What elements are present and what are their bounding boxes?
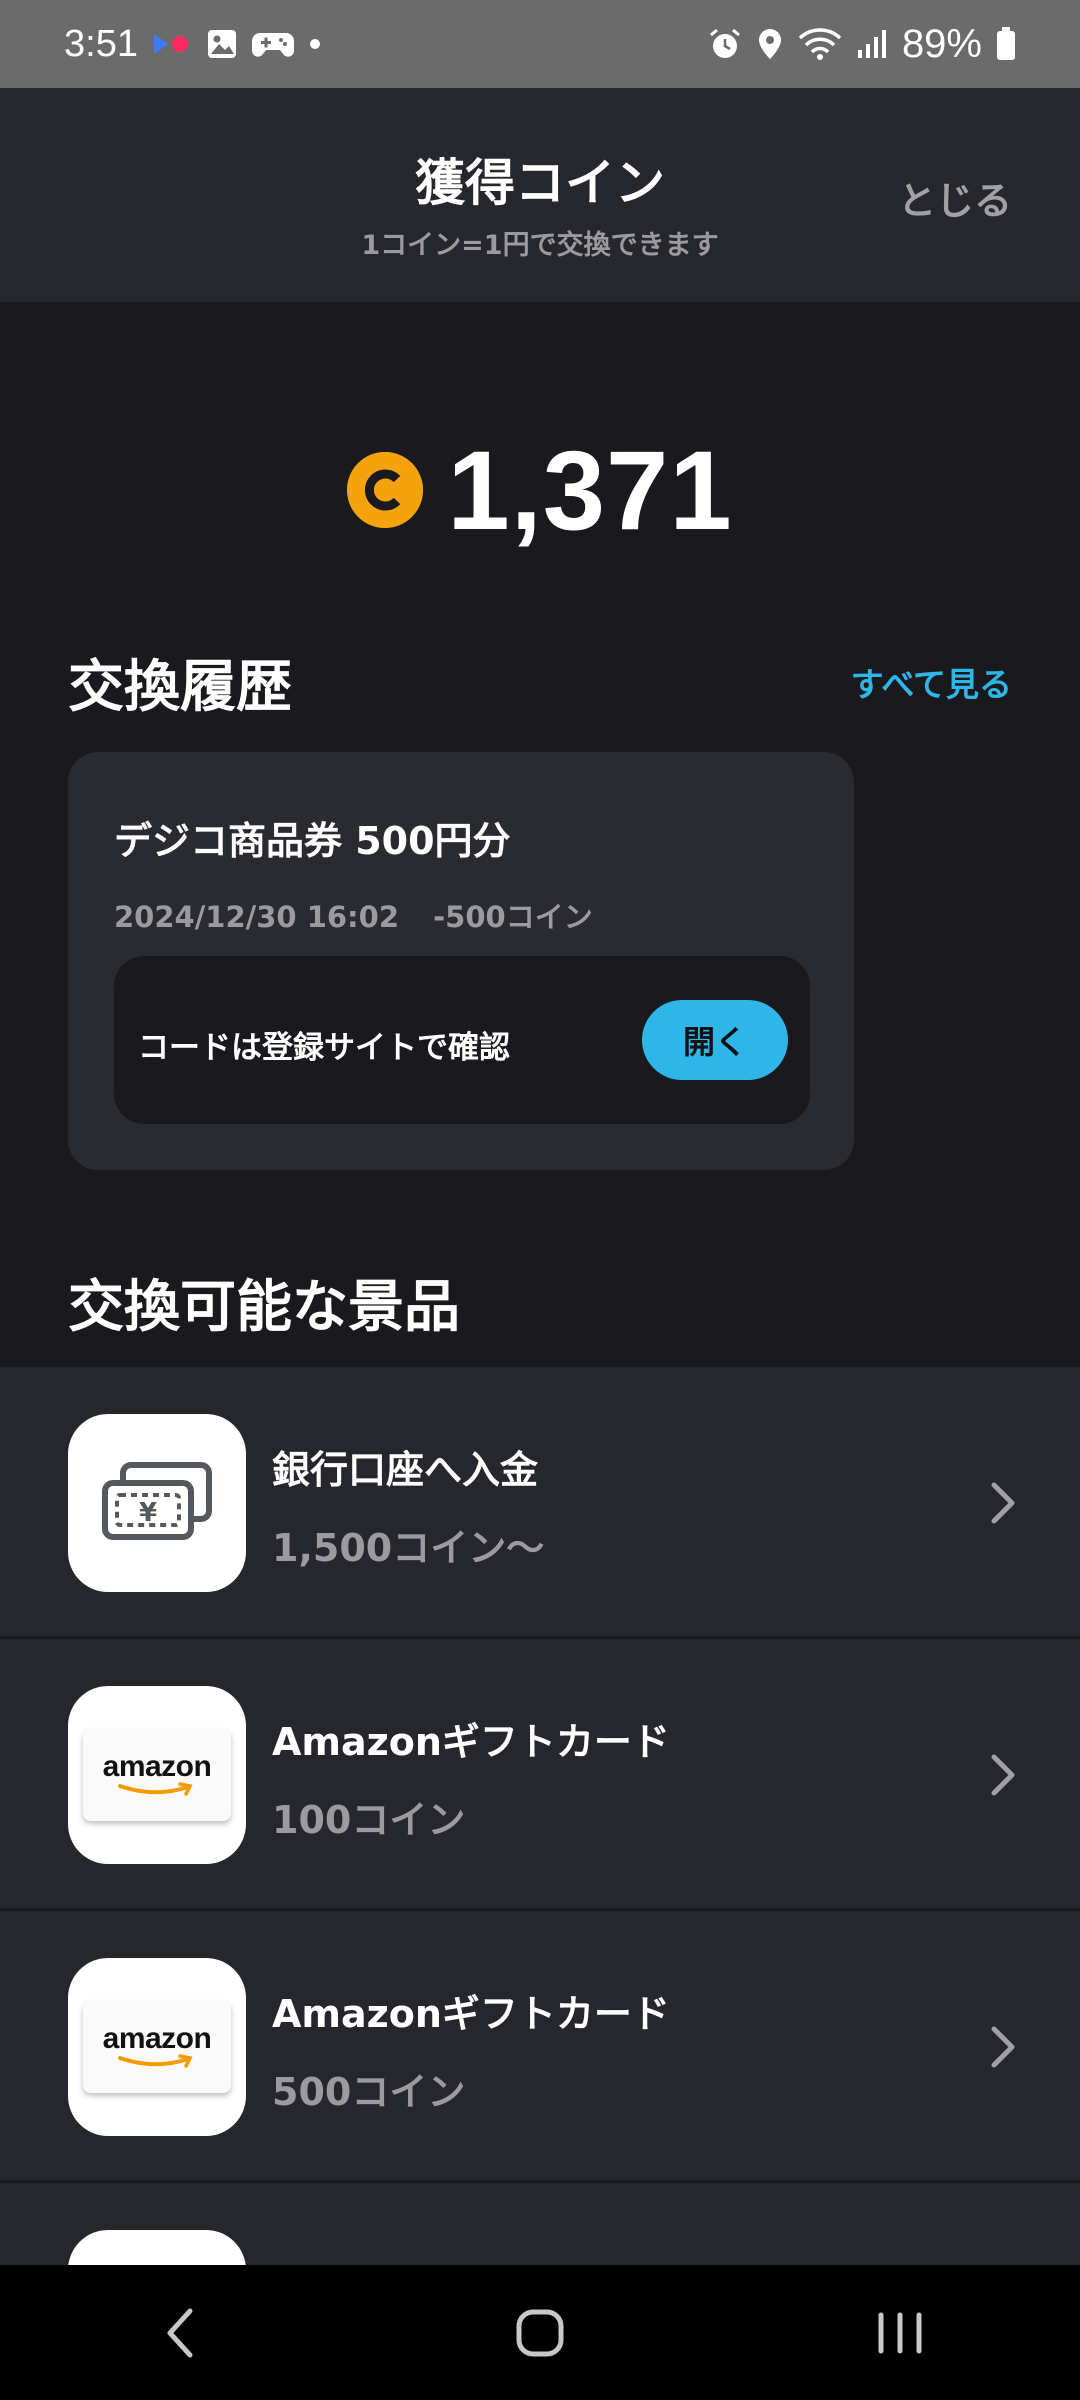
- wifi-icon: [798, 27, 842, 61]
- status-bar: 3:51 89%: [0, 0, 1080, 88]
- media-icon: [152, 30, 192, 58]
- coin-balance-value: 1,371: [447, 427, 733, 553]
- battery-percent: 89%: [901, 21, 982, 66]
- system-nav-bar: [0, 2265, 1080, 2400]
- close-button[interactable]: とじる: [898, 170, 1012, 225]
- amazon-logo: amazon: [83, 2001, 231, 2093]
- bank-transfer-icon: ¥: [97, 1455, 217, 1551]
- exchange-rate-note: 1コイン=1円で交換できます: [361, 230, 719, 261]
- prize-list: ¥ 銀行口座へ入金 1,500コイン〜 amazon Amazonギフトカード …: [0, 1367, 1080, 2267]
- location-icon: [756, 27, 784, 61]
- prize-cost: 100コイン: [272, 1798, 466, 1842]
- prize-thumb: amazon: [68, 1686, 246, 1864]
- prizes-section-title: 交換可能な景品: [68, 1275, 460, 1340]
- prize-name: 銀行口座へ入金: [272, 1448, 539, 1492]
- status-right: 89%: [708, 22, 1016, 67]
- page-header: 獲得コイン 1コイン=1円で交換できます とじる: [0, 88, 1080, 302]
- recents-icon: [878, 2312, 922, 2353]
- history-section-title: 交換履歴: [68, 655, 292, 720]
- chevron-right-icon: [988, 1479, 1018, 1531]
- prize-thumb: ¥: [68, 1414, 246, 1592]
- signal-icon: [856, 28, 888, 60]
- open-button[interactable]: 開く: [642, 1000, 788, 1080]
- gallery-icon: [206, 28, 238, 60]
- amazon-logo-text: amazon: [102, 2022, 212, 2055]
- nav-recents-button[interactable]: [840, 2283, 960, 2383]
- prize-name: Amazonギフトカード: [272, 1992, 670, 2036]
- coin-balance: 1,371: [0, 420, 1080, 560]
- see-all-link[interactable]: すべて見る: [851, 658, 1012, 706]
- prize-item-amazon-500[interactable]: amazon Amazonギフトカード 500コイン: [0, 1911, 1080, 2183]
- prize-thumb: amazon: [68, 1958, 246, 2136]
- chevron-right-icon: [988, 1751, 1018, 1803]
- prize-name: Amazonギフトカード: [272, 1720, 670, 1764]
- history-item-meta: 2024/12/30 16:02 -500コイン: [114, 894, 617, 936]
- status-time: 3:51: [64, 22, 138, 65]
- prize-thumb: [68, 2230, 246, 2267]
- status-left: 3:51: [64, 23, 322, 66]
- svg-text:¥: ¥: [139, 1498, 157, 1528]
- history-item-datetime: 2024/12/30 16:02: [114, 900, 400, 934]
- amazon-smile-icon: [118, 2054, 193, 2068]
- amazon-smile-icon: [118, 1782, 193, 1796]
- amazon-logo-text: amazon: [102, 1750, 212, 1783]
- prize-item-bank-transfer[interactable]: ¥ 銀行口座へ入金 1,500コイン〜: [0, 1367, 1080, 1639]
- battery-icon: [996, 27, 1016, 61]
- nav-home-button[interactable]: [480, 2283, 600, 2383]
- prize-cost: 500コイン: [272, 2070, 466, 2114]
- code-box: コードは登録サイトで確認 開く: [114, 956, 810, 1124]
- home-icon: [516, 2309, 564, 2356]
- gamepad-icon: [251, 29, 294, 59]
- code-note: コードは登録サイトで確認: [138, 1030, 510, 1066]
- history-card: デジコ商品券 500円分 2024/12/30 16:02 -500コイン コー…: [68, 752, 854, 1170]
- coin-exchange-screen: 3:51 89% 獲得コイン 1コイン=1円で交換できます とじる 1,371 …: [0, 0, 1080, 2400]
- dot-icon: [308, 37, 322, 51]
- prize-cost: 1,500コイン〜: [272, 1526, 545, 1570]
- nav-back-button[interactable]: [120, 2283, 240, 2383]
- prize-item-partial[interactable]: [0, 2183, 1080, 2267]
- back-icon: [167, 2308, 193, 2357]
- alarm-icon: [708, 27, 742, 61]
- amazon-logo: amazon: [83, 1729, 231, 1821]
- prize-item-amazon-100[interactable]: amazon Amazonギフトカード 100コイン: [0, 1639, 1080, 1911]
- history-item-title: デジコ商品券 500円分: [114, 819, 511, 863]
- history-item-coins: -500コイン: [433, 900, 593, 934]
- coin-icon: [347, 452, 424, 528]
- chevron-right-icon: [988, 2023, 1018, 2075]
